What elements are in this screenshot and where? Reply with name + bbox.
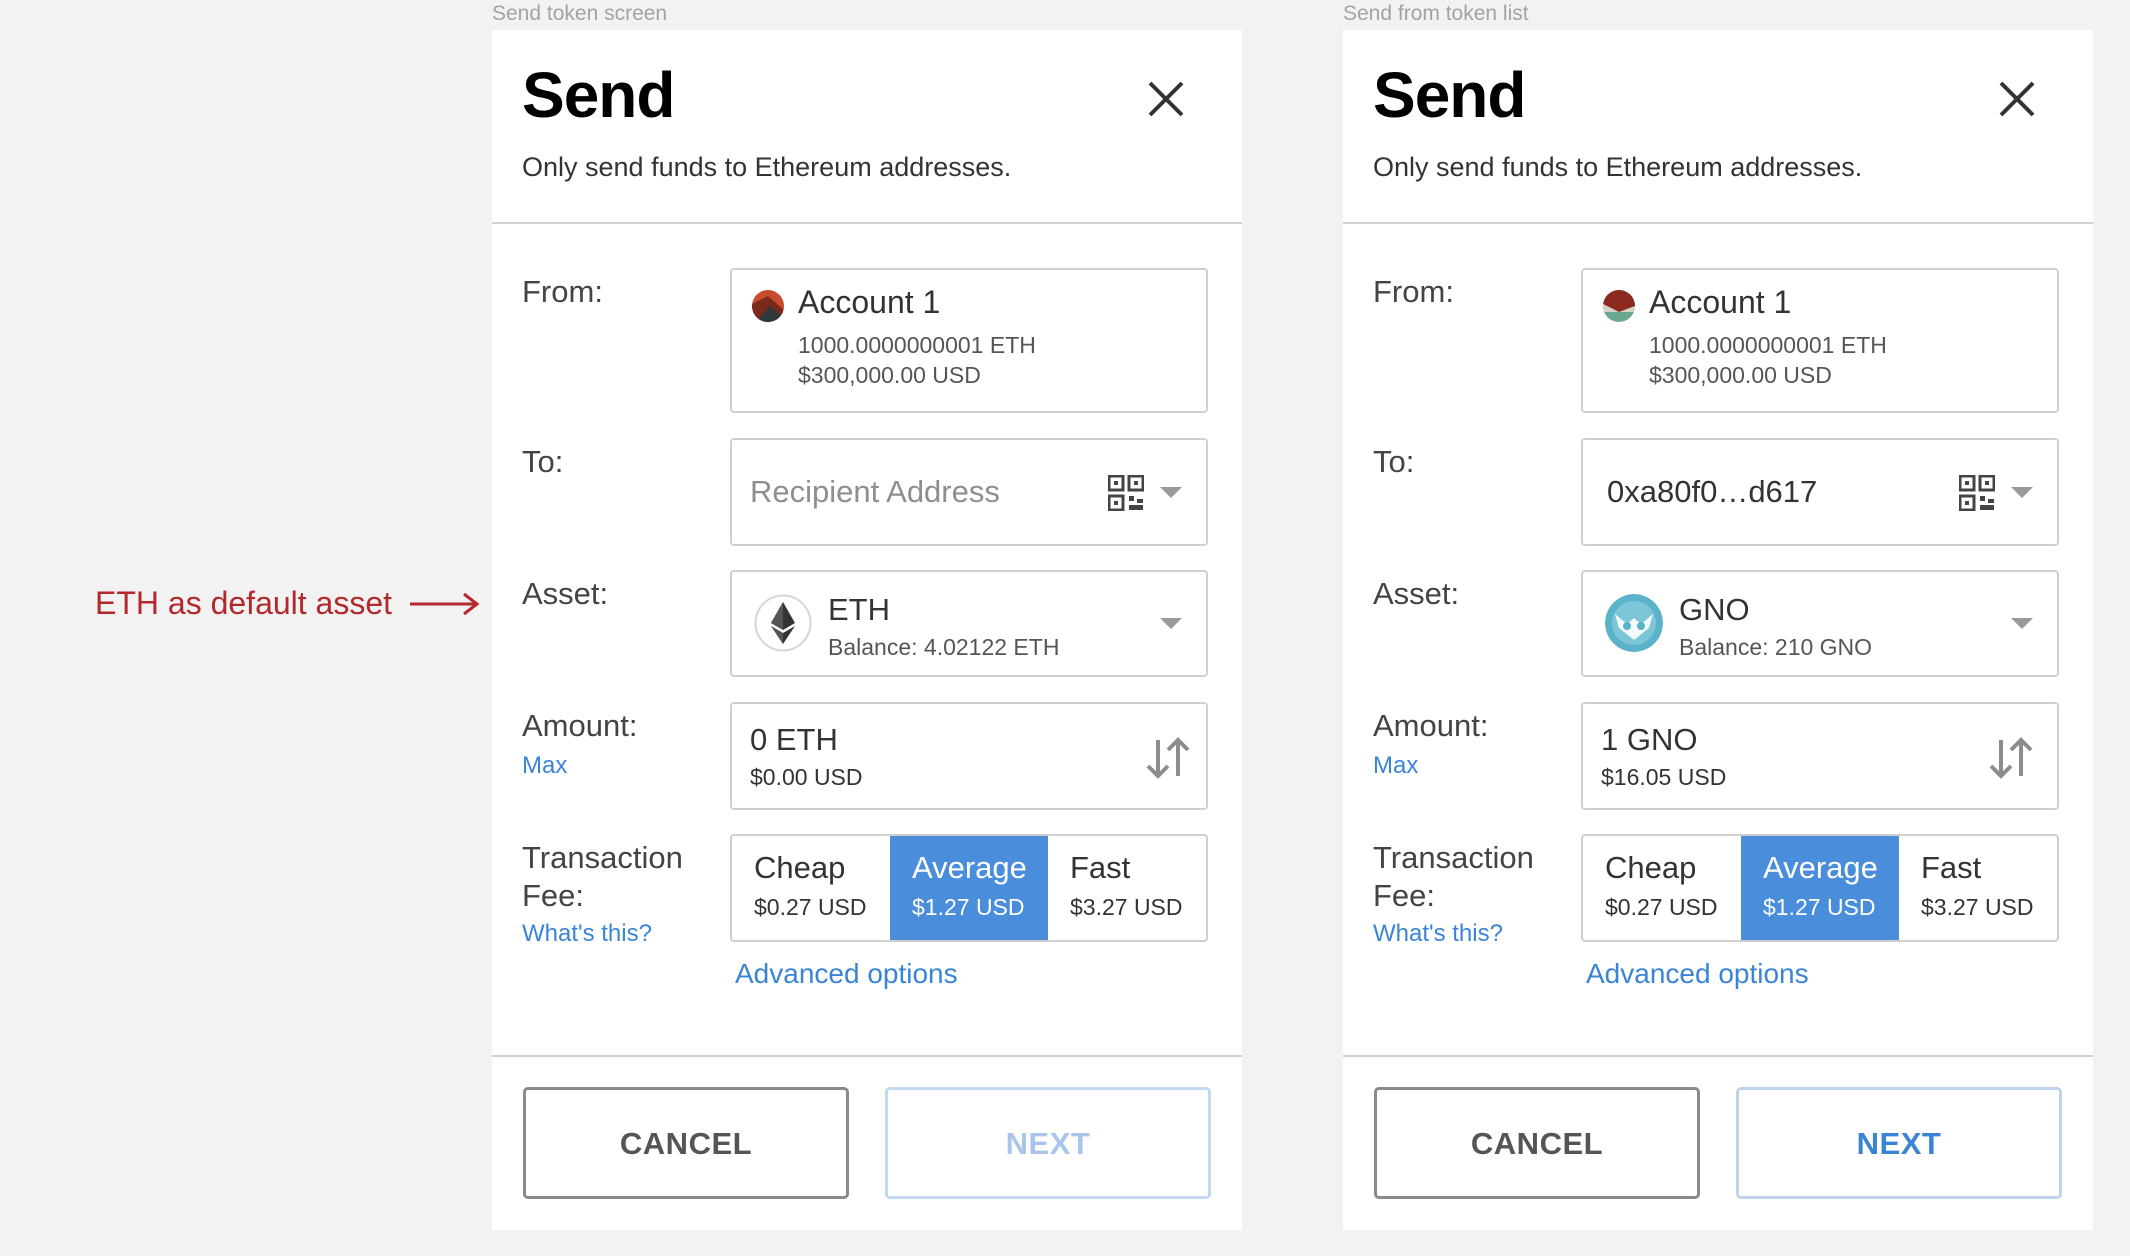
next-button[interactable]: NEXT [885, 1087, 1211, 1199]
asset-label: Asset: [522, 576, 609, 611]
fee-label-line2: Fee: [522, 878, 585, 913]
account-usd-balance: $300,000.00 USD [1649, 362, 1832, 388]
asset-symbol: GNO [1679, 592, 1750, 627]
account-eth-balance: 1000.0000000001 ETH [1649, 332, 1887, 358]
amount-value: 0 ETH [750, 722, 838, 757]
footer-divider [492, 1055, 1242, 1057]
to-label: To: [1373, 444, 1415, 479]
amount-input[interactable]: 1 GNO $16.05 USD [1581, 702, 2059, 810]
chevron-down-icon[interactable] [2011, 618, 2033, 629]
close-icon[interactable] [1142, 75, 1190, 123]
dialog-title: Send [1373, 59, 1526, 131]
panel-caption: Send from token list [1343, 2, 1529, 25]
asset-balance: Balance: 210 GNO [1679, 634, 1873, 660]
fee-name: Fast [1070, 850, 1131, 885]
chevron-down-icon[interactable] [1160, 618, 1182, 629]
max-link[interactable]: Max [1373, 752, 1418, 780]
amount-input[interactable]: 0 ETH $0.00 USD [730, 702, 1208, 810]
from-account-selector[interactable]: Account 1 1000.0000000001 ETH $300,000.0… [1581, 268, 2059, 413]
gnosis-icon [1605, 594, 1663, 652]
asset-symbol: ETH [828, 592, 890, 627]
chevron-down-icon[interactable] [1160, 487, 1182, 498]
arrow-right-icon [410, 592, 480, 615]
from-account-selector[interactable]: Account 1 1000.0000000001 ETH $300,000.0… [730, 268, 1208, 413]
account-eth-balance: 1000.0000000001 ETH [798, 332, 1036, 358]
account-name: Account 1 [1649, 284, 1792, 320]
amount-usd: $16.05 USD [1601, 764, 1727, 790]
chevron-down-icon[interactable] [2011, 487, 2033, 498]
footer-divider [1343, 1055, 2093, 1057]
fee-option-cheap[interactable]: Cheap $0.27 USD [732, 836, 890, 940]
annotation-text: ETH as default asset [95, 585, 393, 621]
dialog-subtitle: Only send funds to Ethereum addresses. [1373, 152, 1863, 182]
annotation-default-asset: ETH as default asset [95, 585, 480, 622]
cancel-button[interactable]: CANCEL [1374, 1087, 1700, 1199]
close-icon[interactable] [1993, 75, 2041, 123]
fee-selector: Cheap $0.27 USD Average $1.27 USD Fast $… [1581, 834, 2059, 942]
account-avatar [752, 290, 784, 322]
recipient-address-placeholder: Recipient Address [750, 474, 1000, 509]
swap-arrows-icon[interactable] [1144, 736, 1192, 780]
fee-price: $0.27 USD [1605, 894, 1718, 920]
account-usd-balance: $300,000.00 USD [798, 362, 981, 388]
fee-price: $1.27 USD [912, 894, 1025, 920]
fee-name: Cheap [1605, 850, 1697, 885]
send-dialog: Send Only send funds to Ethereum address… [492, 30, 1242, 1230]
qr-code-icon[interactable] [1959, 475, 1995, 511]
fee-name: Average [912, 850, 1027, 885]
fee-name: Average [1763, 850, 1878, 885]
asset-selector[interactable]: GNO Balance: 210 GNO [1581, 570, 2059, 677]
recipient-address-input[interactable]: 0xa80f0…d617 [1581, 438, 2059, 546]
fee-label-line1: Transaction [1373, 840, 1534, 875]
whats-this-link[interactable]: What's this? [1373, 920, 1503, 948]
fee-option-average[interactable]: Average $1.27 USD [1741, 836, 1899, 940]
amount-value: 1 GNO [1601, 722, 1698, 757]
to-label: To: [522, 444, 564, 479]
amount-usd: $0.00 USD [750, 764, 863, 790]
account-avatar [1603, 290, 1635, 322]
fee-price: $3.27 USD [1921, 894, 2034, 920]
panel-caption: Send token screen [492, 2, 668, 25]
account-name: Account 1 [798, 284, 941, 320]
fee-option-fast[interactable]: Fast $3.27 USD [1048, 836, 1206, 940]
recipient-address-input[interactable]: Recipient Address [730, 438, 1208, 546]
ethereum-icon [754, 594, 812, 652]
max-link[interactable]: Max [522, 752, 567, 780]
next-button[interactable]: NEXT [1736, 1087, 2062, 1199]
dialog-header: Send Only send funds to Ethereum address… [1343, 30, 2093, 224]
dialog-title: Send [522, 59, 675, 131]
fee-option-fast[interactable]: Fast $3.27 USD [1899, 836, 2057, 940]
recipient-address-value: 0xa80f0…d617 [1607, 474, 1818, 509]
swap-arrows-icon[interactable] [1987, 736, 2035, 780]
fee-name: Cheap [754, 850, 846, 885]
fee-price: $0.27 USD [754, 894, 867, 920]
fee-label-line2: Fee: [1373, 878, 1436, 913]
cancel-button[interactable]: CANCEL [523, 1087, 849, 1199]
amount-label: Amount: [1373, 708, 1489, 743]
from-label: From: [1373, 274, 1454, 309]
fee-option-cheap[interactable]: Cheap $0.27 USD [1583, 836, 1741, 940]
fee-name: Fast [1921, 850, 1982, 885]
from-label: From: [522, 274, 603, 309]
dialog-subtitle: Only send funds to Ethereum addresses. [522, 152, 1012, 182]
fee-price: $1.27 USD [1763, 894, 1876, 920]
asset-selector[interactable]: ETH Balance: 4.02122 ETH [730, 570, 1208, 677]
fee-label-line1: Transaction [522, 840, 683, 875]
whats-this-link[interactable]: What's this? [522, 920, 652, 948]
fee-option-average[interactable]: Average $1.27 USD [890, 836, 1048, 940]
send-dialog: Send Only send funds to Ethereum address… [1343, 30, 2093, 1230]
amount-label: Amount: [522, 708, 638, 743]
qr-code-icon[interactable] [1108, 475, 1144, 511]
advanced-options-link[interactable]: Advanced options [1586, 958, 1809, 990]
asset-balance: Balance: 4.02122 ETH [828, 634, 1060, 660]
dialog-header: Send Only send funds to Ethereum address… [492, 30, 1242, 224]
fee-price: $3.27 USD [1070, 894, 1183, 920]
fee-selector: Cheap $0.27 USD Average $1.27 USD Fast $… [730, 834, 1208, 942]
asset-label: Asset: [1373, 576, 1460, 611]
advanced-options-link[interactable]: Advanced options [735, 958, 958, 990]
